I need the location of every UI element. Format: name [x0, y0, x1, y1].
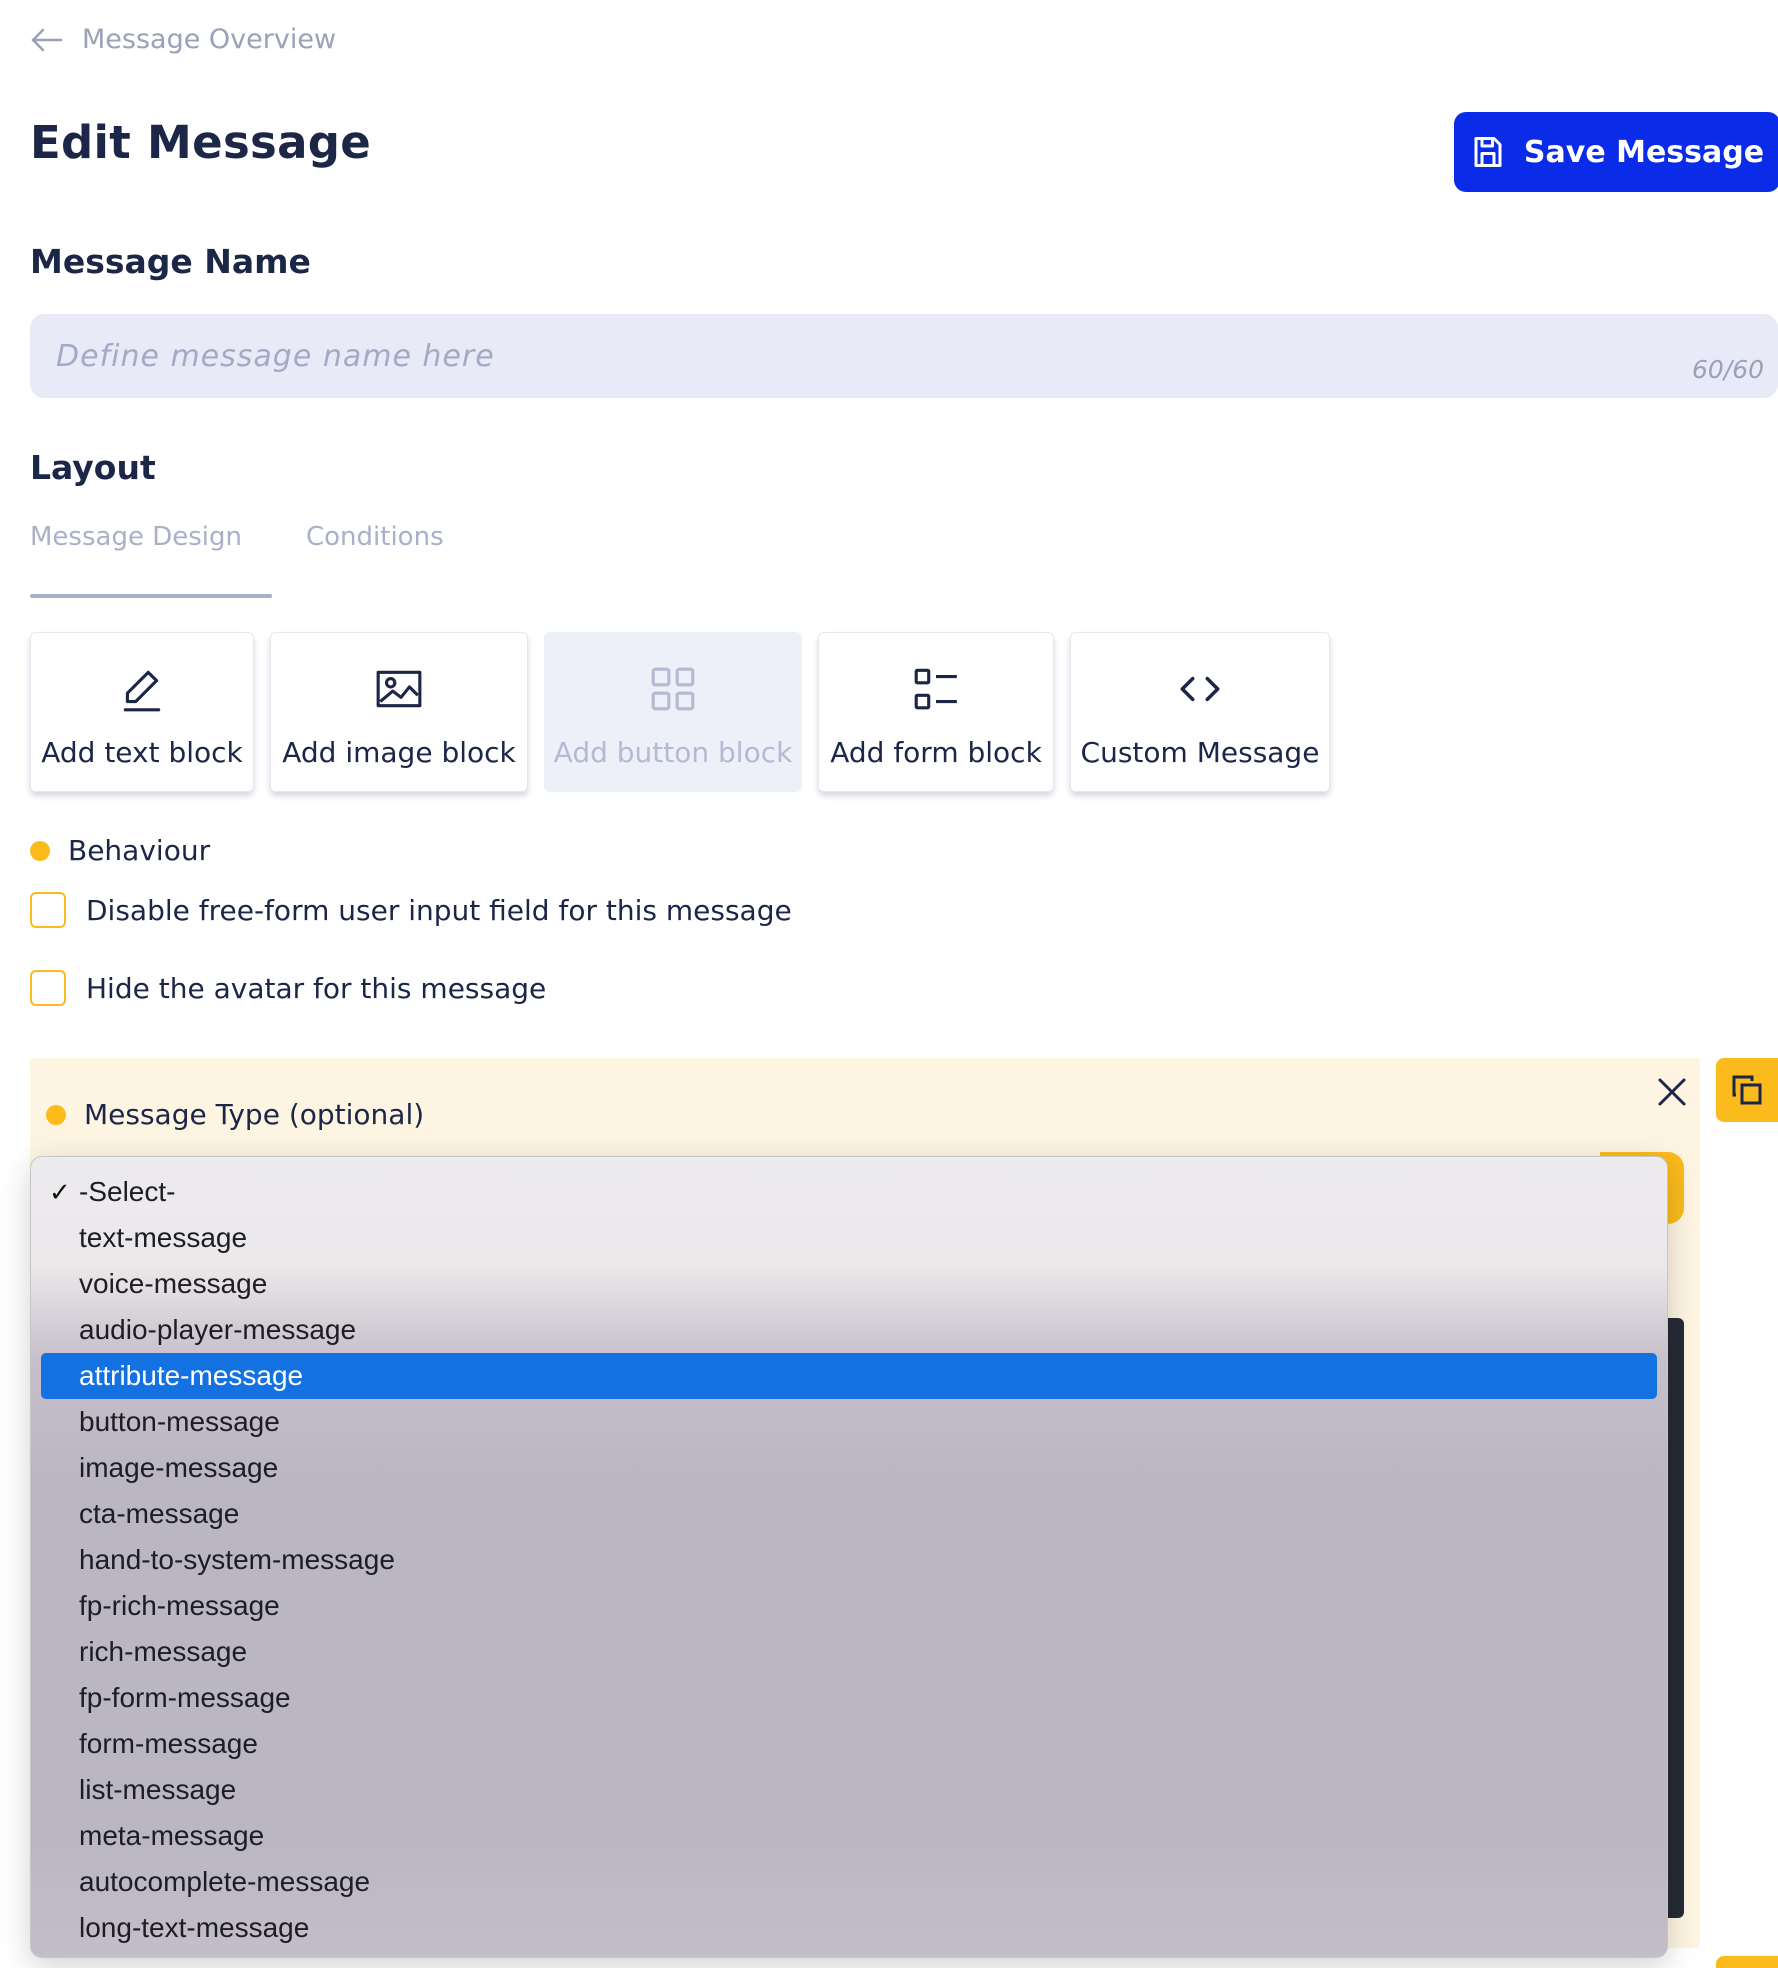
save-button-label: Save Message — [1523, 134, 1765, 170]
duplicate-button[interactable] — [1716, 1058, 1778, 1122]
next-panel-edge — [1716, 1956, 1778, 1968]
message-type-dropdown[interactable]: ✓ -Select-text-message voice-message audio-… — [30, 1156, 1668, 1958]
tab-conditions[interactable]: Conditions — [306, 522, 444, 552]
custom-message-button[interactable]: Custom Message — [1070, 632, 1330, 792]
dropdown-option[interactable]: fp-form-message — [41, 1675, 1657, 1721]
dropdown-option[interactable]: long-text-message — [41, 1905, 1657, 1951]
behaviour-label: Behaviour — [68, 834, 211, 867]
dropdown-option[interactable]: autocomplete-message — [41, 1859, 1657, 1905]
dropdown-option[interactable]: cta-message — [41, 1491, 1657, 1537]
dropdown-option[interactable]: button-message — [41, 1399, 1657, 1445]
dropdown-option-label: fp-rich-message — [79, 1590, 280, 1621]
char-counter: 60/60 — [1691, 355, 1764, 384]
dropdown-option-label: rich-message — [79, 1636, 248, 1667]
block-label: Add image block — [282, 736, 516, 769]
add-image-block-button[interactable]: Add image block — [270, 632, 528, 792]
block-label: Add text block — [41, 736, 243, 769]
dropdown-option-label: text-message — [79, 1222, 248, 1253]
dropdown-option-label: button-message — [79, 1406, 280, 1437]
add-button-block-button[interactable]: Add button block — [544, 632, 802, 792]
tab-message-design[interactable]: Message Design — [30, 522, 242, 552]
save-message-button[interactable]: Save Message — [1454, 112, 1778, 192]
checkmark-icon: ✓ — [49, 1176, 71, 1207]
hide-avatar-option: Hide the avatar for this message — [30, 970, 546, 1006]
block-label: Custom Message — [1080, 736, 1320, 769]
code-icon — [1180, 676, 1220, 702]
image-icon — [376, 670, 422, 708]
dropdown-option-label: form-message — [79, 1728, 258, 1759]
dropdown-option[interactable]: form-message — [41, 1721, 1657, 1767]
dropdown-option-label: list-message — [79, 1774, 237, 1805]
dropdown-option[interactable]: meta-message — [41, 1813, 1657, 1859]
block-toolbar: Add text block Add image block Add butto… — [30, 632, 1330, 792]
add-form-block-button[interactable]: Add form block — [818, 632, 1054, 792]
disable-input-checkbox[interactable] — [30, 892, 66, 928]
dropdown-option-label: autocomplete-message — [79, 1866, 371, 1897]
dropdown-option-label: voice-message — [79, 1268, 268, 1299]
message-name-heading: Message Name — [30, 242, 311, 281]
pencil-icon — [123, 670, 161, 712]
dropdown-option-label: audio-player-message — [79, 1314, 357, 1345]
back-link[interactable]: Message Overview — [30, 24, 336, 55]
status-dot — [30, 840, 50, 861]
block-label: Add button block — [553, 736, 793, 769]
message-type-label-text: Message Type (optional) — [84, 1098, 425, 1131]
page-title: Edit Message — [30, 116, 372, 169]
dropdown-option-label: cta-message — [79, 1498, 240, 1529]
dropdown-option-label: meta-message — [79, 1820, 265, 1851]
dropdown-option[interactable]: list-message — [41, 1767, 1657, 1813]
dropdown-option-label: hand-to-system-message — [79, 1544, 395, 1575]
active-tab-indicator — [30, 594, 272, 598]
block-label: Add form block — [830, 736, 1042, 769]
behaviour-section-label: Behaviour — [30, 834, 210, 867]
hide-avatar-checkbox[interactable] — [30, 970, 66, 1006]
layout-heading: Layout — [30, 448, 156, 487]
dropdown-option-label: attribute-message — [79, 1360, 304, 1391]
message-name-input[interactable] — [30, 314, 1778, 398]
status-dot — [46, 1104, 66, 1125]
layout-tabs: Message Design Conditions — [30, 522, 444, 552]
dropdown-option-label: -Select- — [79, 1176, 176, 1207]
dropdown-option[interactable]: image-message — [41, 1445, 1657, 1491]
disable-input-option: Disable free-form user input field for t… — [30, 892, 792, 928]
dropdown-option[interactable]: voice-message — [41, 1261, 1657, 1307]
dropdown-option[interactable]: rich-message — [41, 1629, 1657, 1675]
dropdown-option[interactable]: text-message — [41, 1215, 1657, 1261]
dropdown-option-label: image-message — [79, 1452, 279, 1483]
hide-avatar-label: Hide the avatar for this message — [86, 971, 547, 1005]
save-icon — [1474, 137, 1502, 167]
disable-input-label: Disable free-form user input field for t… — [86, 893, 792, 927]
message-name-field-wrapper: 60/60 — [30, 314, 1778, 398]
grid-icon — [651, 667, 695, 711]
dropdown-option-label: fp-form-message — [79, 1682, 291, 1713]
copy-icon — [1732, 1075, 1762, 1105]
dropdown-option-label: long-text-message — [79, 1912, 310, 1943]
back-link-label: Message Overview — [82, 24, 337, 55]
arrow-left-icon — [31, 28, 63, 51]
add-text-block-button[interactable]: Add text block — [30, 632, 254, 792]
form-list-icon — [914, 668, 957, 710]
dropdown-option[interactable]: fp-rich-message — [41, 1583, 1657, 1629]
message-type-label: Message Type (optional) — [46, 1098, 424, 1131]
dropdown-option[interactable]: attribute-message — [41, 1353, 1657, 1399]
close-icon[interactable] — [1652, 1072, 1692, 1112]
dropdown-option[interactable]: audio-player-message — [41, 1307, 1657, 1353]
dropdown-option[interactable]: ✓ -Select- — [41, 1169, 1657, 1215]
dropdown-option[interactable]: hand-to-system-message — [41, 1537, 1657, 1583]
